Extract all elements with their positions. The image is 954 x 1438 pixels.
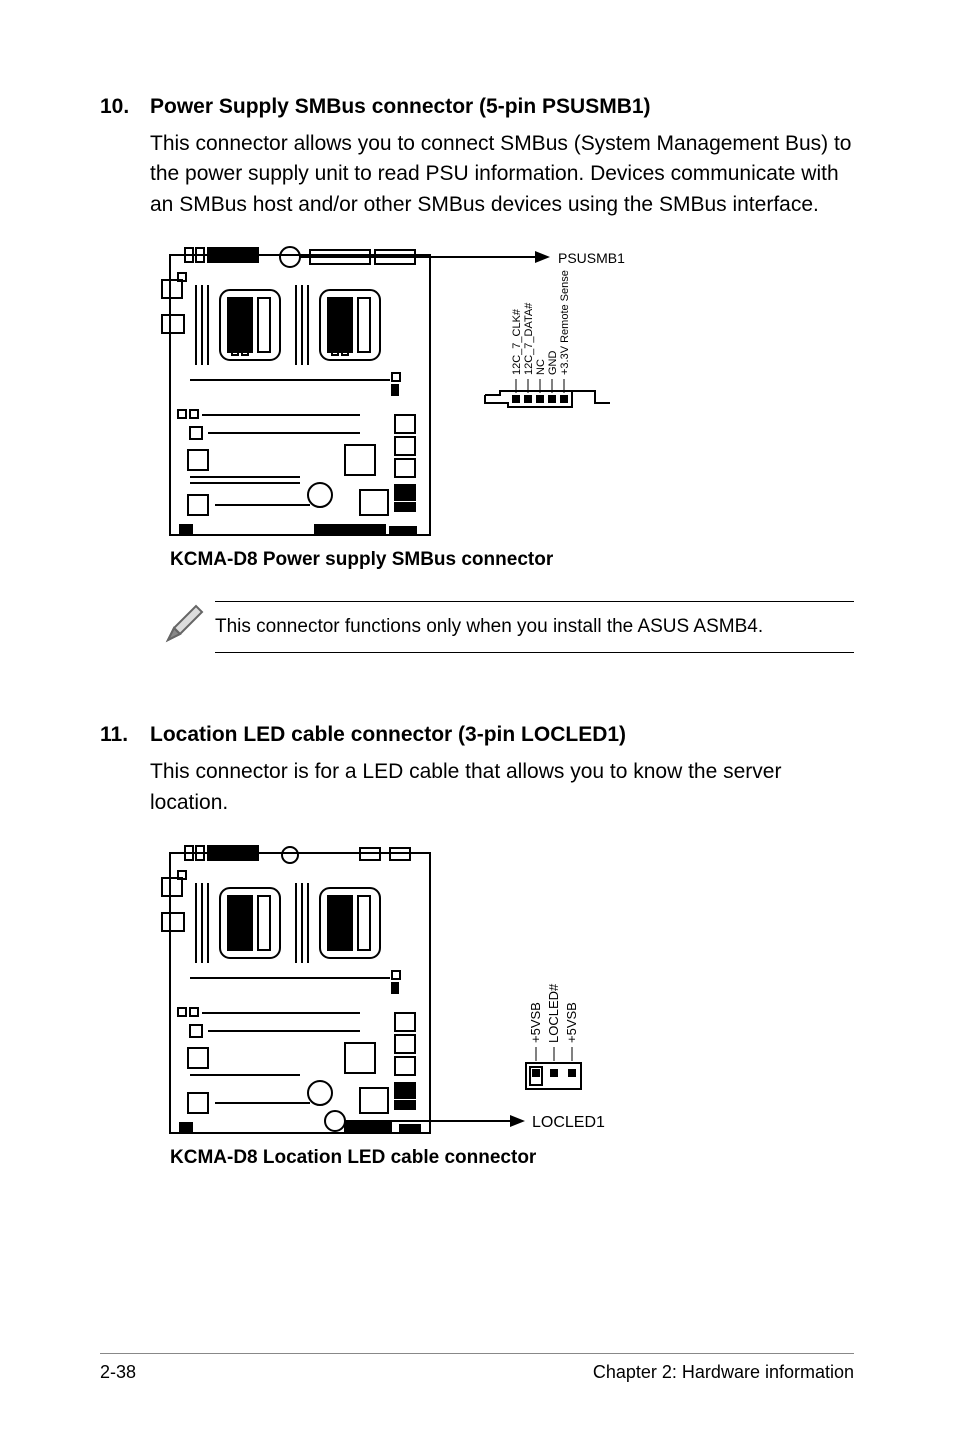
footer-right: Chapter 2: Hardware information bbox=[593, 1362, 854, 1383]
caption-locled1: KCMA-D8 Location LED cable connector bbox=[170, 1147, 537, 1168]
section-11-number: 11. bbox=[100, 723, 150, 747]
section-10-body: This connector allows you to connect SMB… bbox=[150, 129, 854, 220]
pin-label-4: +3.3V Remote Sense bbox=[559, 270, 571, 375]
diagram-locled1: +5VSB LOCLED# +5VSB LOCLED1 bbox=[160, 843, 854, 1178]
locled-pin-0: +5VSB bbox=[528, 1002, 543, 1043]
section-10-heading: 10. Power Supply SMBus connector (5-pin … bbox=[100, 95, 854, 119]
pin-label-0: 12C_7_CLK# bbox=[511, 308, 523, 375]
note-text: This connector functions only when you i… bbox=[215, 602, 854, 652]
caption-psusmb1: KCMA-D8 Power supply SMBus connector bbox=[170, 549, 554, 570]
section-11-body-row: This connector is for a LED cable that a… bbox=[100, 757, 854, 818]
footer-left: 2-38 bbox=[100, 1362, 136, 1383]
psusmb1-label: PSUSMB1 bbox=[558, 250, 625, 266]
section-11-body: This connector is for a LED cable that a… bbox=[150, 757, 854, 818]
pin-label-1: 12C_7_DATA# bbox=[523, 302, 535, 375]
section-10: 10. Power Supply SMBus connector (5-pin … bbox=[100, 95, 854, 653]
section-10-number: 10. bbox=[100, 95, 150, 119]
locled-pin-2: +5VSB bbox=[564, 1002, 579, 1043]
section-11-title: Location LED cable connector (3-pin LOCL… bbox=[150, 723, 626, 747]
pin-label-2: NC bbox=[535, 359, 547, 375]
locled1-label: LOCLED1 bbox=[532, 1114, 605, 1131]
page-footer: 2-38 Chapter 2: Hardware information bbox=[100, 1353, 854, 1383]
pencil-icon bbox=[160, 600, 215, 653]
diagram-psusmb1: PSUSMB1 12C_7_CLK# 12C_7_DATA# NC GND +3… bbox=[160, 245, 854, 580]
note-block: This connector functions only when you i… bbox=[160, 600, 854, 653]
pin-label-3: GND bbox=[547, 351, 559, 376]
locled-pin-1: LOCLED# bbox=[546, 983, 561, 1043]
section-10-body-row: This connector allows you to connect SMB… bbox=[100, 129, 854, 220]
section-11-heading: 11. Location LED cable connector (3-pin … bbox=[100, 723, 854, 747]
section-11: 11. Location LED cable connector (3-pin … bbox=[100, 723, 854, 1178]
section-10-title: Power Supply SMBus connector (5-pin PSUS… bbox=[150, 95, 651, 119]
